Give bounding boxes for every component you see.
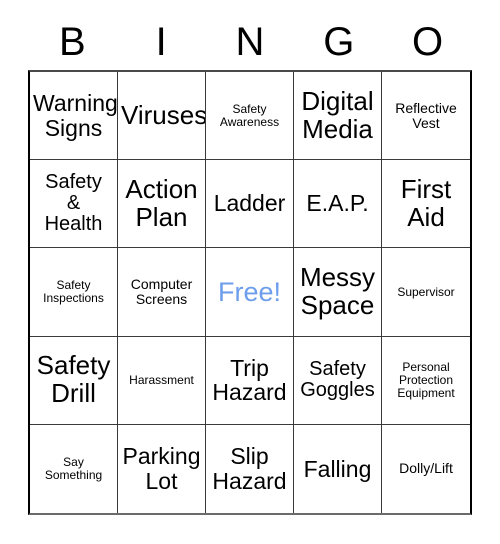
bingo-square-label: Digital Media [301,85,374,144]
bingo-square-label: Safety Goggles [300,357,375,402]
bingo-square-label: Warning Signs [33,89,118,141]
bingo-square[interactable]: Digital Media [294,72,382,161]
bingo-square-label: Slip Hazard [212,443,287,494]
bingo-square-free[interactable]: Free! [206,248,294,337]
bingo-square[interactable]: Messy Space [294,248,382,337]
bingo-square[interactable]: Slip Hazard [206,424,294,513]
bingo-square-label: Free! [217,276,282,307]
bingo-square-label: Trip Hazard [212,354,287,406]
header-letter-g: G [323,20,355,64]
bingo-square-label: Safety & Health [44,170,103,236]
bingo-square-label: Parking Lot [122,443,201,494]
bingo-square[interactable]: Harassment [118,336,206,425]
bingo-square[interactable]: Trip Hazard [206,336,294,425]
bingo-square-label: Reflective Vest [395,99,457,131]
bingo-square[interactable]: Computer Screens [118,248,206,337]
bingo-square-label: Safety Drill [36,350,111,409]
bingo-square[interactable]: Safety & Health [30,160,118,249]
bingo-square[interactable]: Warning Signs [30,72,118,161]
bingo-square[interactable]: Ladder [206,160,294,249]
bingo-square-label: Ladder [213,190,286,217]
bingo-square[interactable]: First Aid [382,160,470,249]
bingo-grid: Warning Signs Viruses Safety Awareness D… [28,70,472,515]
bingo-square[interactable]: Safety Drill [30,336,118,425]
bingo-square[interactable]: Safety Goggles [294,336,382,425]
bingo-square-label: Personal Protection Equipment [397,359,455,400]
bingo-square-label: Safety Awareness [219,101,280,129]
header-letter-n: N [235,20,265,64]
header-letter-o: O [412,20,444,64]
bingo-square-label: Messy Space [299,262,376,320]
bingo-square[interactable]: Reflective Vest [382,72,470,161]
header-letter-i: I [155,20,167,64]
bingo-card: B I N G O Warning Signs Viruses Safety A… [0,0,500,544]
bingo-square[interactable]: Say Something [30,424,118,513]
bingo-square[interactable]: Dolly/Lift [382,424,470,513]
bingo-square[interactable]: Safety Inspections [30,248,118,337]
bingo-square-label: Computer Screens [130,276,193,307]
bingo-square-label: Falling [303,455,372,482]
bingo-square[interactable]: Supervisor [382,248,470,337]
bingo-square-label: Action Plan [125,173,198,232]
bingo-square[interactable]: Action Plan [118,160,206,249]
bingo-square-label: Viruses [121,99,206,130]
bingo-square-label: Say Something [44,455,103,482]
bingo-square[interactable]: Personal Protection Equipment [382,336,470,425]
bingo-square-label: Safety Inspections [43,278,104,305]
bingo-square-label: First Aid [400,173,452,232]
bingo-square-label: E.A.P. [306,190,369,217]
header-letter-b: B [59,20,86,64]
bingo-square[interactable]: Parking Lot [118,424,206,513]
bingo-square[interactable]: Viruses [118,72,206,161]
bingo-square[interactable]: Safety Awareness [206,72,294,161]
bingo-header: B I N G O [28,16,472,68]
bingo-square-label: Dolly/Lift [399,460,453,477]
bingo-square[interactable]: Falling [294,424,382,513]
bingo-square[interactable]: E.A.P. [294,160,382,249]
bingo-square-label: Supervisor [397,284,455,299]
bingo-square-label: Harassment [129,372,194,387]
